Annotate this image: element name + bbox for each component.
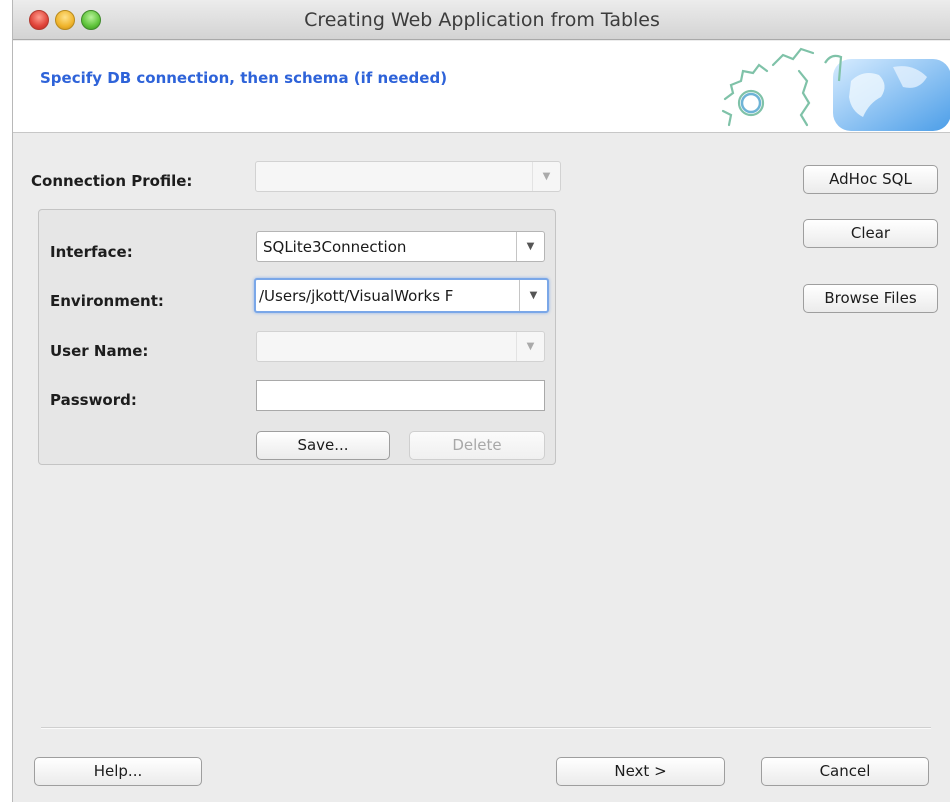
chevron-down-icon[interactable]: ▼ bbox=[519, 280, 547, 311]
dialog-window: Creating Web Application from Tables Spe… bbox=[12, 0, 950, 802]
help-button[interactable]: Help... bbox=[34, 757, 202, 786]
next-button[interactable]: Next > bbox=[556, 757, 725, 786]
interface-label: Interface: bbox=[50, 243, 133, 261]
connection-settings-group: Interface: SQLite3Connection ▼ Environme… bbox=[38, 209, 556, 465]
environment-label: Environment: bbox=[50, 292, 164, 310]
save-button[interactable]: Save... bbox=[256, 431, 390, 460]
browse-files-button[interactable]: Browse Files bbox=[803, 284, 938, 313]
user-name-combo[interactable]: ▼ bbox=[256, 331, 545, 362]
cancel-button[interactable]: Cancel bbox=[761, 757, 929, 786]
window-title: Creating Web Application from Tables bbox=[304, 9, 660, 31]
page-subtitle: Specify DB connection, then schema (if n… bbox=[40, 69, 448, 87]
password-field[interactable] bbox=[256, 380, 545, 411]
interface-combo[interactable]: SQLite3Connection ▼ bbox=[256, 231, 545, 262]
footer-separator bbox=[41, 727, 931, 729]
connection-profile-combo[interactable]: ▼ bbox=[255, 161, 561, 192]
chevron-down-icon[interactable]: ▼ bbox=[532, 162, 560, 191]
title-bar[interactable]: Creating Web Application from Tables bbox=[13, 0, 950, 40]
password-label: Password: bbox=[50, 391, 137, 409]
delete-button[interactable]: Delete bbox=[409, 431, 545, 460]
header-panel: Specify DB connection, then schema (if n… bbox=[13, 41, 950, 133]
gears-globe-icon bbox=[721, 47, 950, 131]
interface-value: SQLite3Connection bbox=[263, 238, 407, 256]
clear-button[interactable]: Clear bbox=[803, 219, 938, 248]
chevron-down-icon[interactable]: ▼ bbox=[516, 332, 544, 361]
connection-profile-label: Connection Profile: bbox=[31, 172, 193, 190]
environment-value[interactable]: /Users/jkott/VisualWorks F bbox=[259, 287, 517, 305]
adhoc-sql-button[interactable]: AdHoc SQL bbox=[803, 165, 938, 194]
environment-combo[interactable]: /Users/jkott/VisualWorks F ▼ bbox=[254, 278, 549, 313]
chevron-down-icon[interactable]: ▼ bbox=[516, 232, 544, 261]
user-name-label: User Name: bbox=[50, 342, 149, 360]
